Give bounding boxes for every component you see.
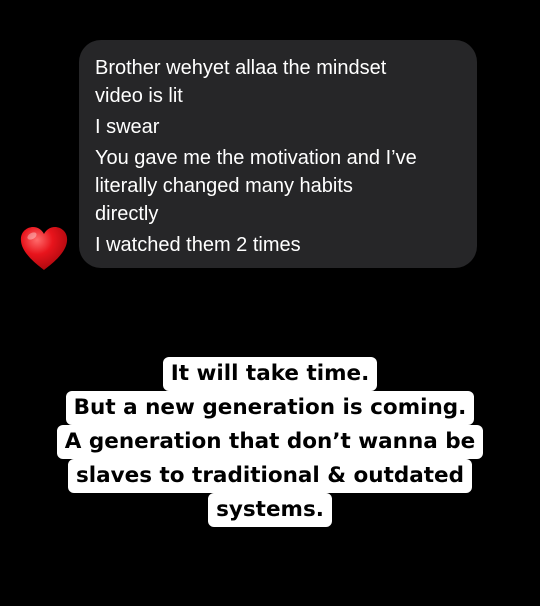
message-line: Brother wehyet allaa the mindset	[95, 57, 387, 79]
message-line: You gave me the motivation and I’ve	[95, 147, 417, 169]
message-line: literally changed many habits	[95, 175, 353, 197]
red-heart-icon[interactable]	[18, 224, 70, 274]
caption-line: A generation that don’t wanna be	[56, 425, 484, 459]
caption-line: But a new generation is coming.	[65, 391, 475, 425]
message-line: directly	[95, 203, 159, 225]
caption-line: It will take time.	[162, 357, 378, 391]
red-heart-icon-graphic	[20, 227, 68, 270]
message-line: I swear	[95, 116, 160, 138]
message-bubble[interactable]: Brother wehyet allaa the mindset video i…	[79, 40, 477, 268]
message-line: I watched them 2 times	[95, 234, 301, 256]
message-line: video is lit	[95, 85, 183, 107]
story-caption: It will take time. But a new generation …	[0, 357, 540, 527]
caption-line: systems.	[208, 493, 332, 527]
caption-line: slaves to traditional & outdated	[67, 459, 473, 493]
